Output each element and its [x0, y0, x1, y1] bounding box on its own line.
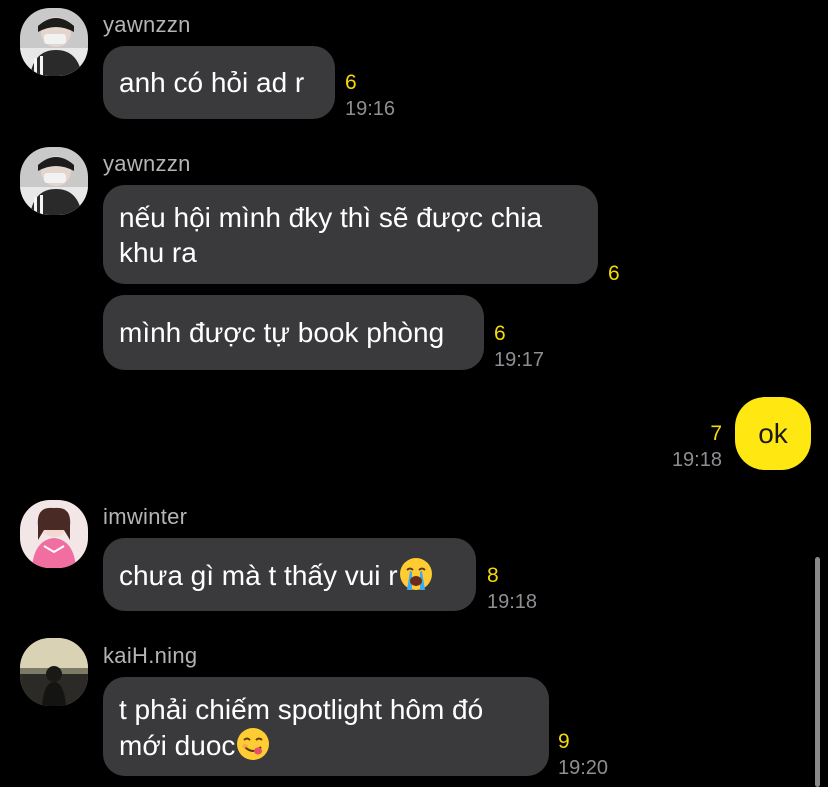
unread-count: 9	[558, 730, 570, 753]
sender-name[interactable]: imwinter	[103, 504, 187, 530]
unread-count: 6	[494, 322, 506, 345]
avatar-kaih-ning[interactable]	[20, 638, 88, 706]
timestamp: 19:17	[494, 349, 545, 371]
message-text: anh có hỏi ad r	[119, 67, 305, 98]
message-meta: 6 19:16	[345, 70, 395, 122]
unread-count: 8	[487, 564, 499, 587]
message-text: mình được tự book phòng	[119, 317, 445, 348]
face-savoring-food-icon	[236, 727, 270, 761]
loudly-crying-face-icon	[399, 557, 433, 591]
avatar-yawnzzn[interactable]	[20, 147, 88, 215]
message-meta: 6	[608, 261, 620, 287]
unread-count: 7	[710, 422, 722, 445]
scrollbar[interactable]	[815, 557, 820, 787]
message-meta: 9 19:20	[558, 729, 608, 781]
message-bubble[interactable]: nếu hội mình đky thì sẽ được chia khu ra	[103, 185, 598, 284]
message-bubble[interactable]: anh có hỏi ad r	[103, 46, 335, 119]
message-text-line: t phải chiếm spotlight hôm đó	[119, 694, 484, 725]
unread-count: 6	[345, 71, 357, 94]
timestamp: 19:16	[345, 98, 396, 120]
timestamp: 19:20	[558, 757, 609, 779]
message-text: chưa gì mà t thấy vui r	[119, 560, 398, 591]
sender-name[interactable]: kaiH.ning	[103, 643, 197, 669]
message-bubble[interactable]: t phải chiếm spotlight hôm đó mới duoc	[103, 677, 549, 776]
message-meta: 6 19:17	[494, 321, 544, 373]
sender-name[interactable]: yawnzzn	[103, 12, 191, 38]
message-text: ok	[758, 418, 788, 449]
message-bubble[interactable]: chưa gì mà t thấy vui r	[103, 538, 476, 611]
sender-name[interactable]: yawnzzn	[103, 151, 191, 177]
avatar-imwinter[interactable]	[20, 500, 88, 568]
message-meta: 7 19:18	[660, 421, 722, 473]
timestamp: 19:18	[487, 591, 538, 613]
avatar-yawnzzn[interactable]	[20, 8, 88, 76]
timestamp: 19:18	[671, 449, 722, 471]
unread-count: 6	[608, 262, 620, 285]
outgoing-message-bubble[interactable]: ok	[735, 397, 811, 470]
message-text-line: mới duoc	[119, 730, 236, 761]
message-bubble[interactable]: mình được tự book phòng	[103, 295, 484, 370]
message-text-line: nếu hội mình đky thì sẽ được chia	[119, 202, 543, 233]
message-meta: 8 19:18	[487, 563, 537, 615]
message-text-line: khu ra	[119, 237, 197, 268]
